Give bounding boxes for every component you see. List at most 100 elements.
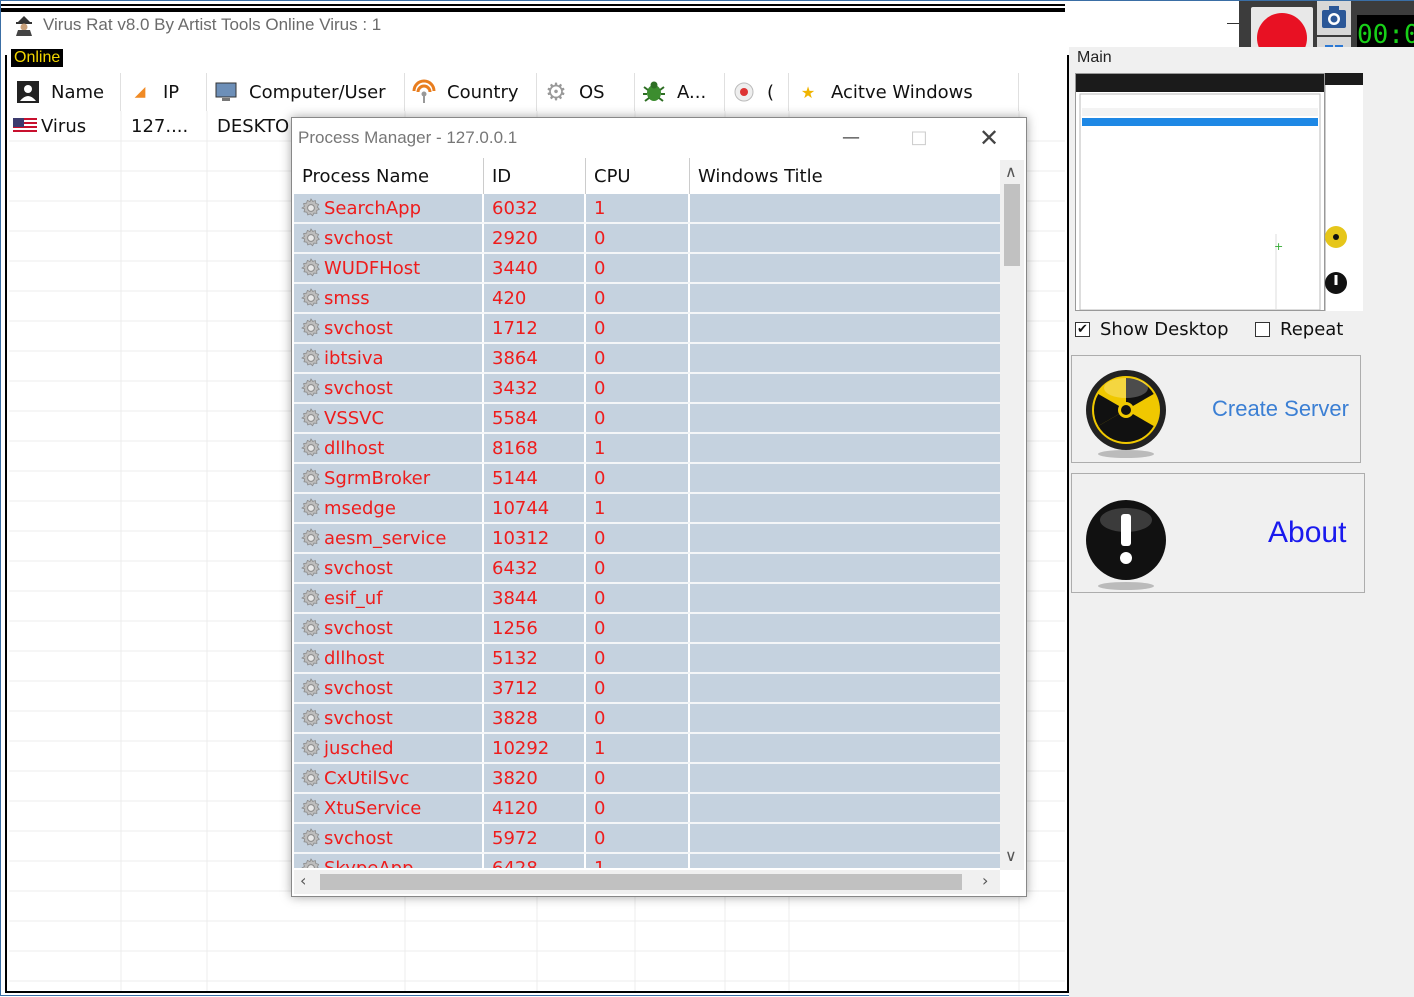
column-os-label: OS	[579, 81, 605, 103]
process-cpu: 0	[586, 764, 690, 792]
process-row[interactable]: SgrmBroker 5144 0	[294, 464, 1000, 494]
gear-icon	[300, 737, 322, 759]
checkbox-checked-icon[interactable]: ✔	[1075, 322, 1090, 337]
process-row[interactable]: smss 420 0	[294, 284, 1000, 314]
create-server-button[interactable]: Create Server	[1071, 355, 1361, 463]
vertical-scrollbar[interactable]: ∧ ∨	[1000, 160, 1024, 870]
process-row[interactable]: svchost 5972 0	[294, 824, 1000, 854]
process-name-cell: svchost	[294, 614, 484, 642]
process-row[interactable]: svchost 3828 0	[294, 704, 1000, 734]
process-row[interactable]: svchost 1712 0	[294, 314, 1000, 344]
checkbox-unchecked-icon[interactable]	[1255, 322, 1270, 337]
process-name-cell: smss	[294, 284, 484, 312]
pm-maximize-button[interactable]: □	[896, 124, 942, 152]
repeat-checkbox[interactable]: Repeat	[1255, 319, 1343, 340]
column-ip[interactable]: ◢ IP	[121, 73, 207, 111]
process-row[interactable]: svchost 3432 0	[294, 374, 1000, 404]
minimize-button[interactable]	[1227, 23, 1239, 24]
column-ip-label: IP	[163, 81, 180, 103]
column-os[interactable]: ⚙ OS	[537, 73, 635, 111]
process-window-title	[690, 674, 1000, 702]
process-row[interactable]: dllhost 8168 1	[294, 434, 1000, 464]
process-name: svchost	[324, 707, 393, 729]
process-window-title	[690, 494, 1000, 522]
scroll-up-icon[interactable]: ∧	[1005, 162, 1017, 181]
main-window: Virus Rat v8.0 By Artist Tools Online Vi…	[0, 0, 1414, 997]
us-flag-icon	[13, 118, 37, 134]
camera-button[interactable]	[1317, 1, 1351, 35]
column-active-windows[interactable]: ★ Acitve Windows	[789, 73, 1019, 111]
column-country[interactable]: Country	[405, 73, 537, 111]
column-cpu[interactable]: CPU	[586, 158, 690, 194]
process-rows: SearchApp 6032 1 svchost 2920 0 WUDFHost 3440 0 s…	[294, 194, 1000, 868]
gear-icon	[300, 197, 322, 219]
column-webcam[interactable]: (	[725, 73, 789, 111]
process-row[interactable]: XtuService 4120 0	[294, 794, 1000, 824]
process-name-cell: svchost	[294, 674, 484, 702]
desktop-preview[interactable]: +	[1075, 73, 1325, 311]
process-name: jusched	[324, 737, 394, 759]
process-name-cell: svchost	[294, 824, 484, 852]
pm-close-button[interactable]: ✕	[966, 124, 1012, 152]
process-row[interactable]: CxUtilSvc 3820 0	[294, 764, 1000, 794]
scroll-down-icon[interactable]: ∨	[1005, 846, 1017, 865]
column-windows-title[interactable]: Windows Title	[690, 158, 1000, 194]
bug-icon	[641, 79, 667, 105]
process-row[interactable]: ibtsiva 3864 0	[294, 344, 1000, 374]
process-cpu: 0	[586, 314, 690, 342]
process-id: 3432	[484, 374, 586, 402]
process-id: 6428	[484, 854, 586, 868]
process-row[interactable]: svchost 1256 0	[294, 614, 1000, 644]
process-id: 10312	[484, 524, 586, 552]
column-antivirus[interactable]: A...	[635, 73, 725, 111]
column-computer-user[interactable]: Computer/User	[207, 73, 405, 111]
process-name-cell: CxUtilSvc	[294, 764, 484, 792]
process-window-title	[690, 854, 1000, 868]
process-window-title	[690, 554, 1000, 582]
star-icon: ★	[800, 82, 816, 102]
process-window-title	[690, 704, 1000, 732]
gear-icon	[300, 587, 322, 609]
process-window-title	[690, 254, 1000, 282]
gear-icon	[300, 557, 322, 579]
process-row[interactable]: SearchApp 6032 1	[294, 194, 1000, 224]
process-row[interactable]: svchost 3712 0	[294, 674, 1000, 704]
horizontal-scroll-thumb[interactable]	[320, 874, 962, 890]
scroll-right-icon[interactable]: ›	[982, 871, 988, 890]
process-row[interactable]: aesm_service 10312 0	[294, 524, 1000, 554]
process-cpu: 0	[586, 224, 690, 252]
horizontal-scrollbar[interactable]: ‹ ›	[294, 870, 1000, 894]
scroll-left-icon[interactable]: ‹	[300, 871, 306, 890]
process-row[interactable]: msedge 10744 1	[294, 494, 1000, 524]
column-webcam-label: (	[767, 81, 775, 103]
user-icon	[15, 79, 41, 105]
about-button[interactable]: About	[1071, 473, 1365, 593]
client-ip: 127....	[131, 115, 189, 137]
process-window-title	[690, 224, 1000, 252]
column-process-name[interactable]: Process Name	[294, 158, 484, 194]
vertical-scroll-thumb[interactable]	[1004, 184, 1020, 266]
camera-icon	[1322, 6, 1346, 28]
process-id: 3828	[484, 704, 586, 732]
process-name: svchost	[324, 557, 393, 579]
column-name[interactable]: Name	[9, 73, 121, 111]
process-row[interactable]: WUDFHost 3440 0	[294, 254, 1000, 284]
show-desktop-checkbox[interactable]: ✔ Show Desktop	[1075, 319, 1229, 340]
process-row[interactable]: svchost 2920 0	[294, 224, 1000, 254]
pm-minimize-button[interactable]: —	[828, 124, 874, 152]
process-id: 3864	[484, 344, 586, 372]
column-id[interactable]: ID	[484, 158, 586, 194]
process-window-title	[690, 824, 1000, 852]
process-row[interactable]: esif_uf 3844 0	[294, 584, 1000, 614]
gear-icon	[300, 527, 322, 549]
process-row[interactable]: jusched 10292 1	[294, 734, 1000, 764]
process-row[interactable]: dllhost 5132 0	[294, 644, 1000, 674]
process-list[interactable]: Process Name ID CPU Windows Title Search…	[294, 158, 1000, 868]
process-row[interactable]: svchost 6432 0	[294, 554, 1000, 584]
process-cpu: 1	[586, 194, 690, 222]
about-label: About	[1268, 516, 1347, 549]
rss-icon: ◢	[134, 84, 146, 100]
process-window-title	[690, 194, 1000, 222]
process-row[interactable]: SkypeApp 6428 1	[294, 854, 1000, 868]
process-row[interactable]: VSSVC 5584 0	[294, 404, 1000, 434]
